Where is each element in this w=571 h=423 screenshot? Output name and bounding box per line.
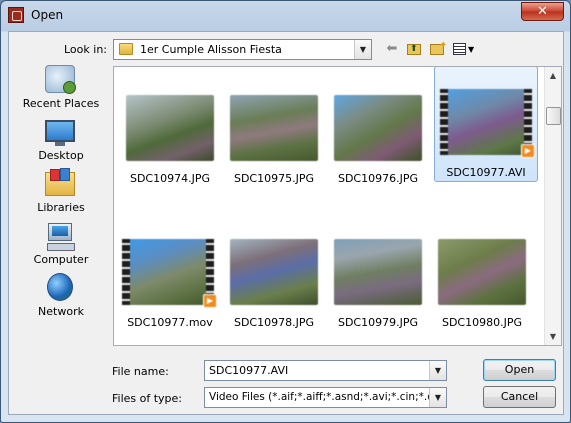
- image-thumbnail: [334, 95, 422, 161]
- file-item[interactable]: SDC10979.JPG: [326, 215, 430, 331]
- file-name-value: SDC10977.AVI: [209, 364, 289, 377]
- video-thumbnail: ▶: [122, 239, 217, 308]
- place-network[interactable]: Network: [13, 273, 109, 325]
- up-one-level-icon[interactable]: ⬆: [406, 41, 422, 57]
- view-menu-icon[interactable]: ▼: [453, 41, 479, 57]
- file-item[interactable]: SDC10976.JPG: [326, 71, 430, 187]
- place-libraries[interactable]: Libraries: [13, 168, 109, 221]
- file-name-field[interactable]: SDC10977.AVI ▼: [204, 360, 447, 381]
- image-thumbnail: [230, 239, 318, 305]
- file-name: SDC10975.JPG: [233, 172, 315, 185]
- file-name: SDC10976.JPG: [337, 172, 419, 185]
- look-in-dropdown[interactable]: 1er Cumple Alisson Fiesta ▼: [113, 39, 372, 60]
- network-icon: [47, 273, 73, 301]
- chevron-down-icon[interactable]: ▼: [354, 40, 371, 59]
- cancel-button[interactable]: Cancel: [483, 386, 556, 408]
- open-dialog: Open ✕ Look in: 1er Cumple Alisson Fiest…: [0, 0, 571, 423]
- file-item[interactable]: SDC10978.JPG: [222, 215, 326, 331]
- libraries-icon: [45, 168, 75, 196]
- folder-icon: [119, 43, 133, 55]
- place-label: Network: [38, 305, 84, 318]
- files-of-type-value: Video Files (*.aif;*.aiff;*.asnd;*.avi;*…: [209, 391, 431, 403]
- play-icon: ▶: [521, 144, 535, 158]
- chevron-down-icon[interactable]: ▼: [429, 388, 446, 407]
- place-label: Computer: [33, 253, 89, 266]
- close-button[interactable]: ✕: [521, 2, 564, 21]
- recent-places-icon: [45, 65, 76, 94]
- place-label: Recent Places: [22, 97, 100, 110]
- look-in-value: 1er Cumple Alisson Fiesta: [140, 43, 282, 56]
- look-in-label: Look in:: [64, 43, 107, 56]
- place-label: Desktop: [38, 149, 84, 162]
- file-name: SDC10977.AVI: [446, 166, 526, 179]
- image-thumbnail: [438, 239, 526, 305]
- file-name: SDC10980.JPG: [441, 316, 523, 329]
- file-name: SDC10978.JPG: [233, 316, 315, 329]
- file-name: SDC10974.JPG: [129, 172, 211, 185]
- image-thumbnail: [334, 239, 422, 305]
- place-desktop[interactable]: Desktop: [13, 117, 109, 169]
- new-folder-icon[interactable]: ✦: [429, 40, 447, 57]
- place-recent-places[interactable]: Recent Places: [13, 65, 109, 117]
- file-item[interactable]: SDC10975.JPG: [222, 71, 326, 187]
- file-item[interactable]: SDC10980.JPG: [430, 215, 534, 331]
- place-computer[interactable]: Computer: [13, 221, 109, 273]
- app-icon: [8, 7, 24, 23]
- scrollbar-thumb[interactable]: [546, 107, 561, 125]
- desktop-icon: [45, 120, 75, 146]
- chevron-down-icon[interactable]: ▼: [429, 361, 446, 380]
- file-list[interactable]: SDC10974.JPG SDC10975.JPG SDC10976.JPG ▶…: [113, 66, 562, 346]
- place-label: Libraries: [37, 201, 85, 214]
- file-name: SDC10979.JPG: [337, 316, 419, 329]
- window-title: Open: [31, 8, 64, 22]
- file-name: SDC10977.mov: [127, 316, 213, 329]
- file-item[interactable]: ▶ SDC10977.mov: [118, 215, 222, 331]
- dialog-body: Look in: 1er Cumple Alisson Fiesta ▼ ⬅ ⬆…: [8, 31, 564, 415]
- scroll-down-icon[interactable]: ▼: [545, 328, 561, 345]
- places-bar: Recent Places Desktop Libraries Computer…: [13, 65, 109, 325]
- film-strip: [122, 239, 130, 305]
- play-icon: ▶: [203, 294, 217, 308]
- open-button[interactable]: Open: [483, 359, 556, 381]
- file-item-selected[interactable]: ▶ SDC10977.AVI: [434, 67, 538, 182]
- computer-icon: [47, 223, 75, 251]
- vertical-scrollbar[interactable]: ▲ ▼: [544, 67, 561, 345]
- image-thumbnail: [230, 95, 318, 161]
- film-strip: [440, 89, 448, 155]
- image-thumbnail: [126, 95, 214, 161]
- file-item[interactable]: SDC10974.JPG: [118, 71, 222, 187]
- file-name-label: File name:: [112, 365, 169, 378]
- scroll-up-icon[interactable]: ▲: [545, 67, 561, 84]
- video-thumbnail: ▶: [440, 89, 535, 158]
- title-bar[interactable]: Open ✕: [1, 1, 570, 31]
- back-arrow-icon[interactable]: ⬅: [384, 41, 400, 57]
- files-of-type-label: Files of type:: [112, 392, 183, 405]
- files-of-type-dropdown[interactable]: Video Files (*.aif;*.aiff;*.asnd;*.avi;*…: [204, 387, 447, 408]
